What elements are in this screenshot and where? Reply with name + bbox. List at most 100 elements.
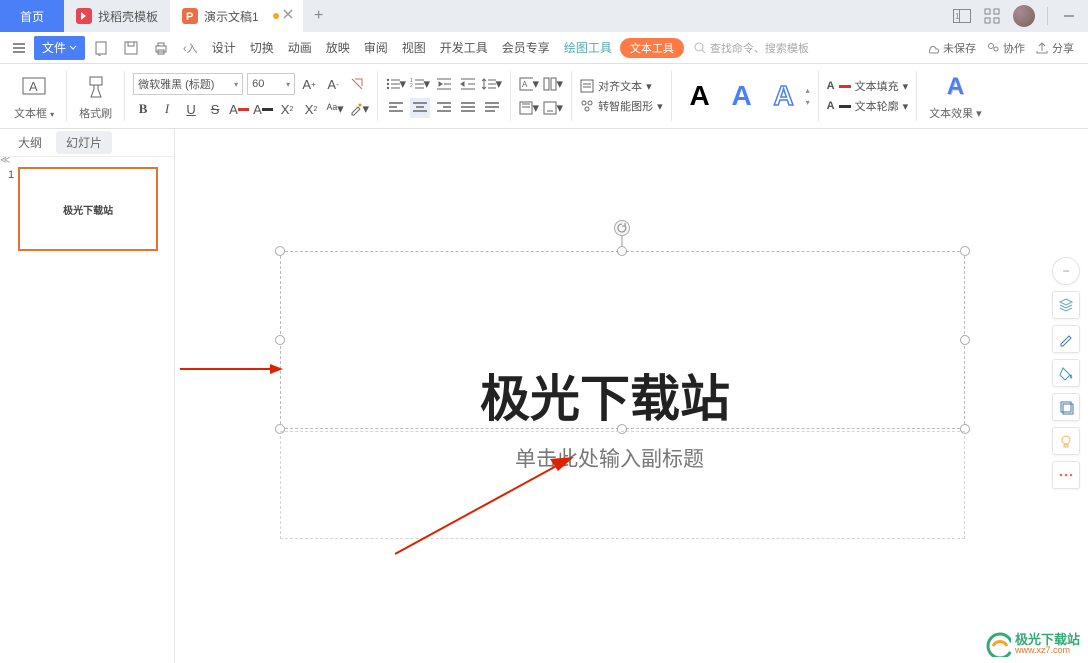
new-doc-icon[interactable] xyxy=(87,36,115,60)
window-layout-icon[interactable]: 1 xyxy=(953,7,971,25)
rotate-handle-icon[interactable] xyxy=(614,220,630,236)
font-size-combo[interactable]: 60 ▾ xyxy=(247,73,295,95)
menu-transition[interactable]: 切换 xyxy=(244,36,280,60)
handle-nw[interactable] xyxy=(275,246,285,256)
wordart-style-1[interactable]: A xyxy=(680,76,720,116)
text-fill-button[interactable]: A 文本填充 ▾ xyxy=(827,78,908,94)
align-text-button[interactable]: 对齐文本 ▾ xyxy=(580,78,663,94)
minimize-icon[interactable] xyxy=(1060,7,1078,25)
numbering-button[interactable]: 12▾ xyxy=(410,74,430,94)
separator xyxy=(916,71,917,121)
format-painter-group[interactable]: 格式刷 xyxy=(75,71,116,121)
vertical-align-icon[interactable]: ▾ xyxy=(519,98,539,118)
wordart-style-2[interactable]: A xyxy=(722,76,762,116)
change-case-button[interactable]: ᴬᵃ▾ xyxy=(325,99,345,119)
menu-devtools[interactable]: 开发工具 xyxy=(434,36,494,60)
menu-design[interactable]: 设计 xyxy=(206,36,242,60)
share-button[interactable]: 分享 xyxy=(1035,40,1074,56)
bold-button[interactable]: B xyxy=(133,99,153,119)
print-icon[interactable] xyxy=(147,36,175,60)
search-placeholder: 查找命令、搜索模板 xyxy=(710,40,809,56)
file-menu[interactable]: 文件 xyxy=(34,36,85,60)
more-icon[interactable] xyxy=(1052,461,1080,489)
handle-w[interactable] xyxy=(275,335,285,345)
text-outline-button[interactable]: A 文本轮廓 ▾ xyxy=(827,98,908,114)
wordart-style-3[interactable]: A xyxy=(764,76,804,116)
eyedropper-icon[interactable]: ▾ xyxy=(349,99,369,119)
command-search[interactable]: 查找命令、搜索模板 xyxy=(694,40,809,56)
avatar[interactable] xyxy=(1013,5,1035,27)
bucket-icon[interactable] xyxy=(1052,359,1080,387)
font-name-combo[interactable]: 微软雅黑 (标题) ▾ xyxy=(133,73,243,95)
smart-graphic-button[interactable]: 转智能图形 ▾ xyxy=(580,98,663,114)
clear-format-icon[interactable] xyxy=(347,74,367,94)
text-effect-group[interactable]: A 文本效果 ▾ xyxy=(925,71,986,121)
textbox-group[interactable]: A 文本框 ▾ xyxy=(10,71,58,121)
menu-draw-tools[interactable]: 绘图工具 xyxy=(558,36,618,60)
handle-n[interactable] xyxy=(617,246,627,256)
menu-bar: 文件 ‹入 设计 切换 动画 放映 审阅 视图 开发工具 会员专享 绘图工具 文… xyxy=(0,32,1088,64)
decrease-size-icon[interactable]: A- xyxy=(323,74,343,94)
close-icon[interactable] xyxy=(283,9,297,23)
workspace: ≪ 大纲 幻灯片 1 极光下载站 xyxy=(0,129,1088,663)
unsaved-indicator[interactable]: 未保存 xyxy=(926,40,976,56)
tab-docker-templates[interactable]: 找稻壳模板 xyxy=(64,0,170,32)
coop-button[interactable]: 协作 xyxy=(986,40,1025,56)
menu-view[interactable]: 视图 xyxy=(396,36,432,60)
align-right-icon[interactable] xyxy=(434,98,454,118)
collapse-button[interactable]: − xyxy=(1052,257,1080,285)
indent-decrease-icon[interactable] xyxy=(434,74,454,94)
slide-thumb-1[interactable]: 1 极光下载站 xyxy=(8,167,166,251)
align-justify-icon[interactable] xyxy=(458,98,478,118)
menu-animation[interactable]: 动画 xyxy=(282,36,318,60)
bullets-button[interactable]: ▾ xyxy=(386,74,406,94)
line-spacing-icon[interactable]: ▾ xyxy=(482,74,502,94)
slide-canvas[interactable]: 极光下载站 单击此处输入副标题 − xyxy=(175,129,1088,663)
share-icon xyxy=(1035,41,1049,55)
align-distribute-icon[interactable] xyxy=(482,98,502,118)
align-convert-group: 对齐文本 ▾ 转智能图形 ▾ xyxy=(580,78,663,114)
collapse-handle-icon[interactable]: ≪ xyxy=(0,155,10,166)
app-menu-button[interactable] xyxy=(6,36,32,60)
superscript-button[interactable]: X2 xyxy=(277,99,297,119)
highlight-button[interactable]: A xyxy=(253,99,273,119)
menu-review[interactable]: 审阅 xyxy=(358,36,394,60)
menu-slideshow[interactable]: 放映 xyxy=(320,36,356,60)
tab-outline[interactable]: 大纲 xyxy=(8,131,52,154)
modified-indicator-icon xyxy=(273,13,279,19)
svg-text:P: P xyxy=(186,11,193,23)
apps-grid-icon[interactable] xyxy=(983,7,1001,25)
align-center-icon[interactable] xyxy=(410,98,430,118)
indent-increase-icon[interactable] xyxy=(458,74,478,94)
wordart-scroll-down[interactable]: ▾ xyxy=(806,98,810,107)
idea-icon[interactable] xyxy=(1052,427,1080,455)
insert-menu[interactable]: ‹入 xyxy=(177,36,204,60)
pen-icon[interactable] xyxy=(1052,325,1080,353)
slide-number: 1 xyxy=(8,169,14,181)
increase-size-icon[interactable]: A+ xyxy=(299,74,319,94)
layers-icon[interactable] xyxy=(1052,291,1080,319)
columns-icon[interactable]: ▾ xyxy=(543,74,563,94)
save-icon[interactable] xyxy=(117,36,145,60)
strikethrough-button[interactable]: S xyxy=(205,99,225,119)
underline-button[interactable]: U xyxy=(181,99,201,119)
rotate-text-icon[interactable]: ▾ xyxy=(543,98,563,118)
align-left-icon[interactable] xyxy=(386,98,406,118)
slide-title[interactable]: 极光下载站 xyxy=(480,359,730,431)
font-name-value: 微软雅黑 (标题) xyxy=(138,76,214,92)
tab-home[interactable]: 首页 xyxy=(0,0,64,32)
menu-text-tools[interactable]: 文本工具 xyxy=(620,38,684,58)
handle-e[interactable] xyxy=(960,335,970,345)
tab-slides[interactable]: 幻灯片 xyxy=(56,131,112,154)
tab-document[interactable]: P 演示文稿1 xyxy=(170,0,303,32)
italic-button[interactable]: I xyxy=(157,99,177,119)
handle-ne[interactable] xyxy=(960,246,970,256)
menu-member[interactable]: 会员专享 xyxy=(496,36,556,60)
annotation-arrow-2 xyxy=(390,449,580,559)
add-tab-button[interactable]: + xyxy=(303,0,335,32)
crop-icon[interactable] xyxy=(1052,393,1080,421)
subscript-button[interactable]: X2 xyxy=(301,99,321,119)
text-direction-icon[interactable]: A▾ xyxy=(519,74,539,94)
font-color-button[interactable]: A xyxy=(229,99,249,119)
wordart-scroll-up[interactable]: ▴ xyxy=(806,86,810,95)
